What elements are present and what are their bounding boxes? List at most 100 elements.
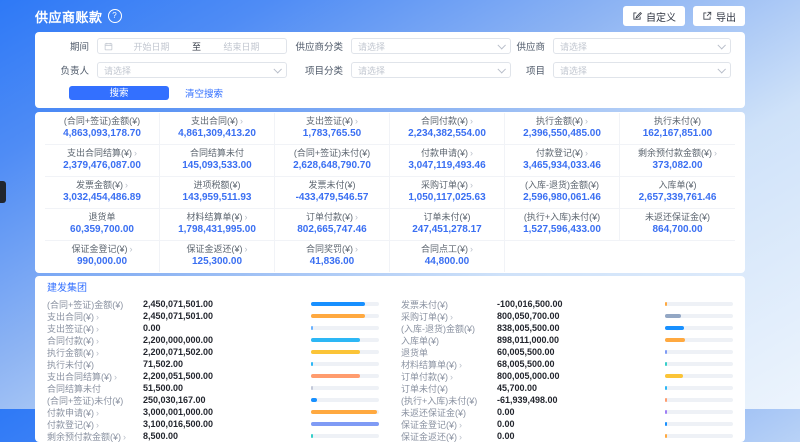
summary-cell-label: 订单未付(¥) [392, 212, 502, 223]
summary-cell-label: 未返还保证金(¥) [622, 212, 733, 223]
summary-cell-value: 143,959,511.93 [162, 191, 272, 204]
summary-cell[interactable]: 付款申请(¥)›3,047,119,493.46 [390, 145, 505, 177]
customize-label: 自定义 [646, 9, 676, 24]
drill-arrow-icon: › [450, 312, 453, 322]
title-wrap: 供应商账款 ? [35, 7, 122, 26]
drill-arrow-icon: › [470, 180, 473, 190]
summary-cell-label: 付款申请(¥)› [392, 148, 502, 159]
project-select[interactable]: 请选择 [553, 62, 731, 78]
group-row: 合同付款(¥)›2,200,000,000.00 [47, 334, 379, 346]
drill-arrow-icon: › [450, 372, 453, 382]
drill-arrow-icon: › [459, 360, 462, 370]
search-button[interactable]: 搜索 [69, 86, 169, 100]
summary-cell[interactable]: 执行金额(¥)›2,396,550,485.00 [505, 113, 620, 145]
mini-bar [311, 302, 365, 306]
clear-search-link[interactable]: 清空搜索 [185, 86, 223, 100]
drill-arrow-icon: › [459, 432, 462, 442]
mini-bar [665, 386, 667, 390]
help-icon[interactable]: ? [108, 9, 122, 23]
mini-bar [665, 314, 681, 318]
group-row-label[interactable]: 保证金返还(¥)› [401, 430, 497, 442]
mini-bar [665, 410, 667, 414]
side-drawer-handle[interactable] [0, 181, 6, 203]
summary-cell-value: 2,396,550,485.00 [507, 127, 617, 140]
group-row-value: 71,502.00 [143, 359, 311, 369]
summary-cell[interactable]: 保证金返还(¥)›125,300.00 [160, 241, 275, 272]
mini-bar-track [311, 410, 379, 414]
group-row: 材料结算单(¥)›68,005,500.00 [401, 358, 733, 370]
mini-bar [665, 374, 683, 378]
summary-cell-value: 4,863,093,178.70 [47, 127, 157, 140]
mini-bar [311, 386, 313, 390]
summary-cell-value: 247,451,278.17 [392, 223, 502, 236]
summary-cell-value: 41,836.00 [277, 255, 387, 268]
customize-button[interactable]: 自定义 [623, 6, 685, 26]
summary-cell[interactable]: 保证金登记(¥)›990,000.00 [45, 241, 160, 272]
summary-cell: (执行+入库)未付(¥)1,527,596,433.00 [505, 209, 620, 241]
summary-cell-label: 执行未付(¥) [622, 116, 733, 127]
group-row: 订单付款(¥)›800,005,000.00 [401, 370, 733, 382]
summary-cell[interactable]: 剩余预付款金额(¥)›373,082.00 [620, 145, 735, 177]
summary-cell[interactable]: 合同付款(¥)›2,234,382,554.00 [390, 113, 505, 145]
summary-cell[interactable]: 支出合同结算(¥)›2,379,476,087.00 [45, 145, 160, 177]
group-row-value: 0.00 [497, 419, 665, 429]
filter-actions: 搜索 清空搜索 [69, 86, 731, 100]
summary-cell[interactable]: 合同奖罚(¥)›41,836.00 [275, 241, 390, 272]
export-icon [702, 11, 712, 21]
summary-cell-value: 1,050,117,025.63 [392, 191, 502, 204]
summary-cell[interactable]: 付款登记(¥)›3,465,934,033.46 [505, 145, 620, 177]
project-field: 项目 请选择 [511, 62, 731, 78]
summary-cell-value: 373,082.00 [622, 159, 733, 172]
summary-cell-value: 44,800.00 [392, 255, 502, 268]
date-to-label: 至 [192, 40, 201, 53]
group-row: 付款登记(¥)›3,100,016,500.00 [47, 418, 379, 430]
group-name-link[interactable]: 建发集团 [47, 282, 733, 295]
group-row-value: 898,011,000.00 [497, 335, 665, 345]
summary-cell[interactable]: 采购订单(¥)›1,050,117,025.63 [390, 177, 505, 209]
drill-arrow-icon: › [355, 116, 358, 126]
group-row-value: 68,005,500.00 [497, 359, 665, 369]
summary-grid: (合同+签证)金额(¥)4,863,093,178.70支出合同(¥)›4,86… [45, 113, 735, 272]
header-actions: 自定义 导出 [623, 6, 745, 26]
export-button[interactable]: 导出 [693, 6, 745, 26]
group-row: 采购订单(¥)›800,050,700.00 [401, 310, 733, 322]
summary-cell[interactable]: 材料结算单(¥)›1,798,431,995.00 [160, 209, 275, 241]
drill-arrow-icon: › [714, 148, 717, 158]
summary-cell: 退货单60,359,700.00 [45, 209, 160, 241]
project-category-select[interactable]: 请选择 [351, 62, 511, 78]
summary-cell-value: 2,234,382,554.00 [392, 127, 502, 140]
summary-card: (合同+签证)金额(¥)4,863,093,178.70支出合同(¥)›4,86… [35, 112, 745, 273]
summary-cell[interactable]: 合同点工(¥)›44,800.00 [390, 241, 505, 272]
mini-bar-track [311, 314, 379, 318]
supplier-category-select[interactable]: 请选择 [351, 38, 511, 54]
drill-arrow-icon: › [585, 116, 588, 126]
summary-cell[interactable]: 支出签证(¥)›1,783,765.50 [275, 113, 390, 145]
project-label: 项目 [511, 63, 545, 77]
group-row-value: 2,200,000,000.00 [143, 335, 311, 345]
group-row-value: 2,450,071,501.00 [143, 299, 311, 309]
summary-cell[interactable]: 发票金额(¥)›3,032,454,486.89 [45, 177, 160, 209]
summary-cell[interactable]: 支出合同(¥)›4,861,309,413.20 [160, 113, 275, 145]
period-range-input[interactable]: 开始日期 至 结束日期 [97, 38, 287, 54]
drill-arrow-icon: › [125, 180, 128, 190]
mini-bar [665, 398, 667, 402]
group-row-value: 0.00 [497, 431, 665, 441]
filter-row-1: 期间 开始日期 至 结束日期 供应商分类 请选择 供应商 请选择 [49, 38, 731, 54]
group-row: 执行未付(¥)71,502.00 [47, 358, 379, 370]
drill-arrow-icon: › [245, 212, 248, 222]
summary-cell-label: (合同+签证)金额(¥) [47, 116, 157, 127]
summary-cell-value: 3,465,934,033.46 [507, 159, 617, 172]
select-placeholder: 请选择 [104, 64, 274, 77]
group-row-value: 0.00 [143, 323, 311, 333]
owner-field: 负责人 请选择 [49, 62, 287, 78]
owner-select[interactable]: 请选择 [97, 62, 287, 78]
page-header: 供应商账款 ? 自定义 导出 [35, 0, 745, 32]
group-row: (合同+签证)未付(¥)250,030,167.00 [47, 394, 379, 406]
summary-cell-label: 材料结算单(¥)› [162, 212, 272, 223]
supplier-select[interactable]: 请选择 [553, 38, 731, 54]
mini-bar-track [665, 338, 733, 342]
group-row-value: 8,500.00 [143, 431, 311, 441]
mini-bar-track [665, 350, 733, 354]
summary-cell[interactable]: 订单付款(¥)›802,665,747.46 [275, 209, 390, 241]
group-row-label[interactable]: 剩余预付款金额(¥)› [47, 430, 143, 442]
